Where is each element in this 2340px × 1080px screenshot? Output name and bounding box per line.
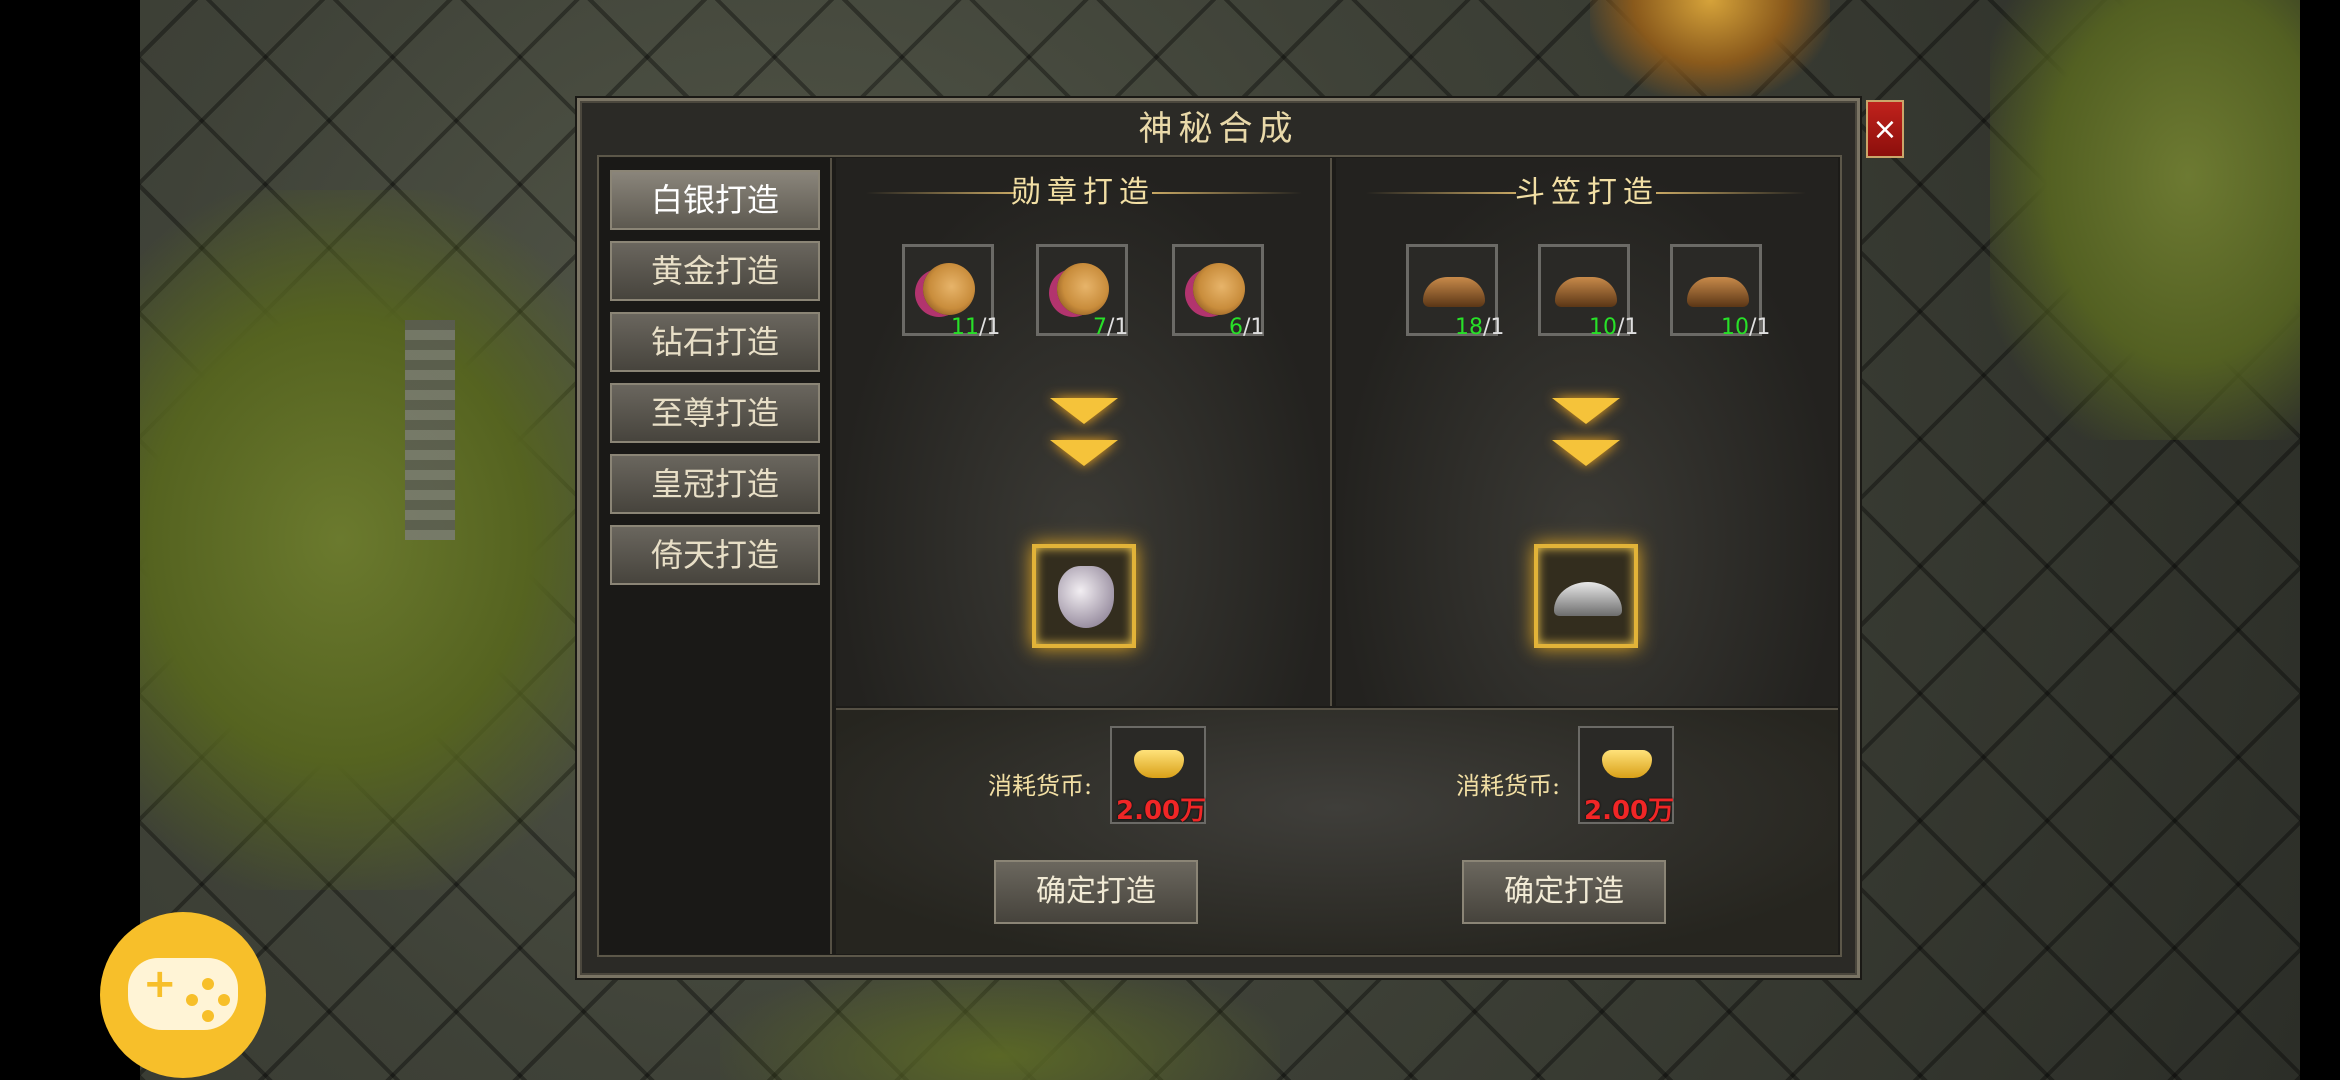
material-count: 6	[1229, 315, 1243, 340]
result-slot[interactable]	[1534, 544, 1638, 648]
material-count: 11	[951, 315, 979, 340]
gamepad-button-dot	[202, 978, 214, 990]
medal-icon	[1057, 263, 1109, 315]
medal-craft-section: 勋章打造 11/1 7/1 6/1	[836, 158, 1332, 706]
result-slot[interactable]	[1032, 544, 1136, 648]
straw-hat-icon	[1687, 277, 1749, 307]
currency-slot: 2.00万	[1110, 726, 1207, 826]
gamepad-button-dot	[186, 994, 198, 1006]
material-count: 10	[1721, 315, 1749, 340]
material-slot[interactable]: 18/1	[1406, 244, 1504, 340]
chevron-down-icon	[1552, 398, 1620, 424]
hat-craft-section: 斗笠打造 18/1 10/1 10/1	[1336, 158, 1838, 706]
material-slot[interactable]: 10/1	[1670, 244, 1770, 340]
sidebar-item-supreme[interactable]: 至尊打造	[610, 383, 820, 443]
material-required: /1	[1483, 315, 1505, 340]
currency-slot: 2.00万	[1578, 726, 1675, 826]
chevron-down-icon	[1050, 440, 1118, 466]
section-title: 勋章打造	[1011, 175, 1155, 210]
material-count: 7	[1093, 315, 1107, 340]
sidebar-item-diamond[interactable]: 钻石打造	[610, 312, 820, 372]
sidebar-item-silver[interactable]: 白银打造	[610, 170, 820, 230]
material-required: /1	[1243, 315, 1265, 340]
material-required: /1	[1749, 315, 1771, 340]
material-slot[interactable]: 11/1	[902, 244, 1000, 340]
medal-icon	[1193, 263, 1245, 315]
material-slot[interactable]: 7/1	[1036, 244, 1128, 340]
confirm-craft-button[interactable]: 确定打造	[1462, 860, 1666, 924]
cost-value: 2.00万	[1116, 796, 1207, 826]
gamepad-button-dot	[202, 1010, 214, 1022]
section-title: 斗笠打造	[1515, 175, 1659, 210]
straw-hat-icon	[1423, 277, 1485, 307]
straw-hat-icon	[1555, 277, 1617, 307]
material-count: 10	[1589, 315, 1617, 340]
grass-area	[720, 960, 1280, 1080]
material-slot[interactable]: 10/1	[1538, 244, 1638, 340]
grass-area	[1990, 0, 2300, 440]
sidebar-item-yitian[interactable]: 倚天打造	[610, 525, 820, 585]
silver-hat-icon	[1554, 582, 1622, 616]
sidebar-item-gold[interactable]: 黄金打造	[610, 241, 820, 301]
golden-statue	[1590, 0, 1830, 100]
chevron-down-icon	[1050, 398, 1118, 424]
dpad-icon: +	[143, 961, 177, 1007]
material-count: 18	[1455, 315, 1483, 340]
grass-area	[140, 190, 640, 890]
sidebar-item-crown[interactable]: 皇冠打造	[610, 454, 820, 514]
material-required: /1	[1107, 315, 1129, 340]
gamepad-button-dot	[218, 994, 230, 1006]
material-required: /1	[1617, 315, 1639, 340]
mask-icon	[1058, 566, 1114, 628]
material-required: /1	[979, 315, 1001, 340]
confirm-craft-button[interactable]: 确定打造	[994, 860, 1198, 924]
cost-value: 2.00万	[1584, 796, 1675, 826]
gold-ingot-icon	[1602, 750, 1652, 778]
cost-label: 消耗货币:	[1456, 772, 1561, 800]
material-slot[interactable]: 6/1	[1172, 244, 1264, 340]
stone-wall	[405, 320, 455, 540]
gold-ingot-icon	[1134, 750, 1184, 778]
cost-area: 消耗货币: 2.00万 确定打造 消耗货币: 2.00万 确定打造	[836, 708, 1838, 954]
close-button[interactable]: ×	[1866, 100, 1904, 158]
dialog-title: 神秘合成	[1138, 109, 1299, 149]
cost-label: 消耗货币:	[988, 772, 1093, 800]
chevron-down-icon	[1552, 440, 1620, 466]
medal-icon	[923, 263, 975, 315]
